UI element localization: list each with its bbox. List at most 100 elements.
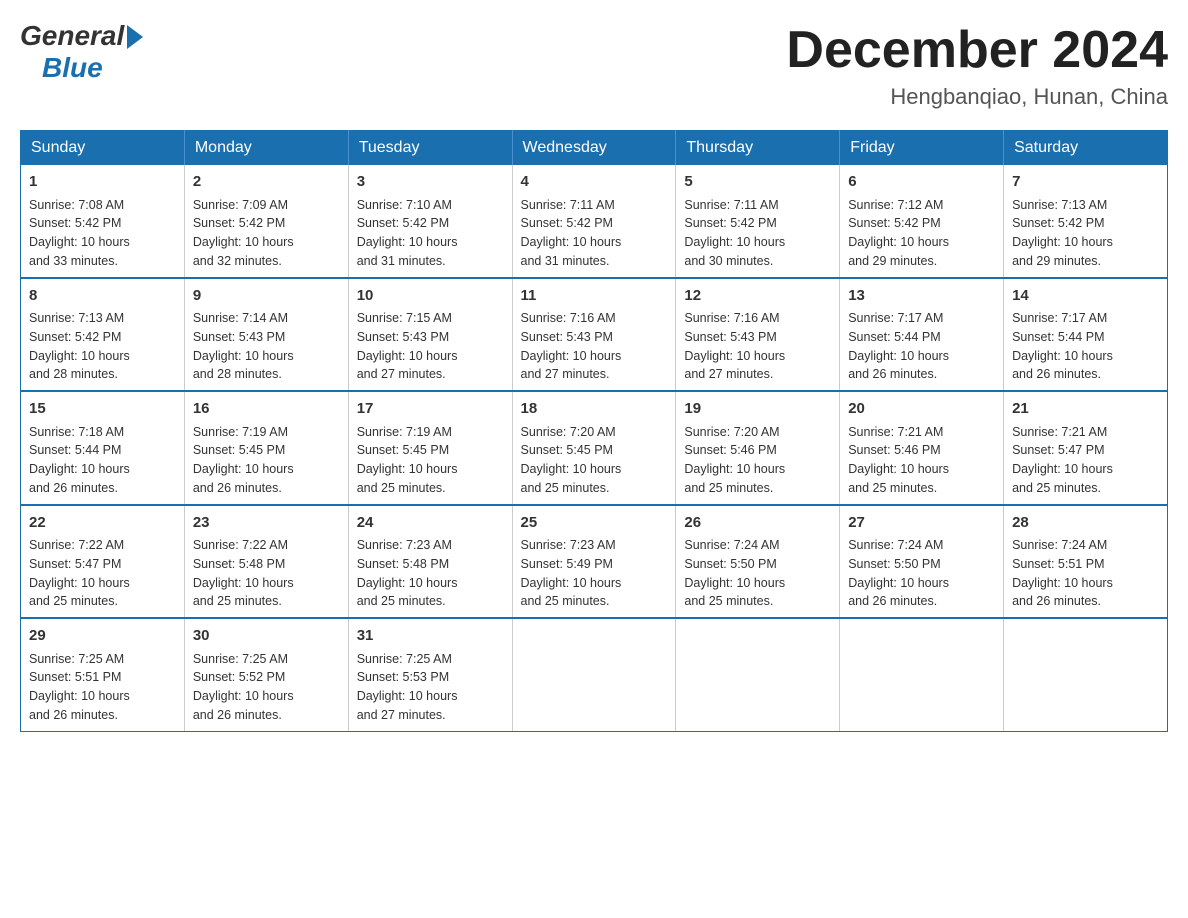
calendar-header-friday: Friday — [840, 131, 1004, 166]
day-info: Sunrise: 7:24 AM Sunset: 5:50 PM Dayligh… — [684, 536, 831, 611]
calendar-cell: 20Sunrise: 7:21 AM Sunset: 5:46 PM Dayli… — [840, 391, 1004, 505]
calendar-cell: 11Sunrise: 7:16 AM Sunset: 5:43 PM Dayli… — [512, 278, 676, 392]
page-header: General Blue December 2024 Hengbanqiao, … — [20, 20, 1168, 110]
day-number: 22 — [29, 512, 176, 535]
day-info: Sunrise: 7:11 AM Sunset: 5:42 PM Dayligh… — [521, 196, 668, 271]
calendar-cell: 21Sunrise: 7:21 AM Sunset: 5:47 PM Dayli… — [1004, 391, 1168, 505]
calendar-cell: 27Sunrise: 7:24 AM Sunset: 5:50 PM Dayli… — [840, 505, 1004, 619]
day-info: Sunrise: 7:22 AM Sunset: 5:48 PM Dayligh… — [193, 536, 340, 611]
day-info: Sunrise: 7:17 AM Sunset: 5:44 PM Dayligh… — [848, 309, 995, 384]
day-info: Sunrise: 7:19 AM Sunset: 5:45 PM Dayligh… — [357, 423, 504, 498]
day-info: Sunrise: 7:20 AM Sunset: 5:46 PM Dayligh… — [684, 423, 831, 498]
logo-general-text: General — [20, 20, 124, 52]
day-number: 23 — [193, 512, 340, 535]
day-number: 18 — [521, 398, 668, 421]
calendar-cell — [840, 618, 1004, 731]
day-number: 21 — [1012, 398, 1159, 421]
day-info: Sunrise: 7:16 AM Sunset: 5:43 PM Dayligh… — [684, 309, 831, 384]
day-info: Sunrise: 7:13 AM Sunset: 5:42 PM Dayligh… — [29, 309, 176, 384]
day-info: Sunrise: 7:25 AM Sunset: 5:51 PM Dayligh… — [29, 650, 176, 725]
day-number: 20 — [848, 398, 995, 421]
day-info: Sunrise: 7:12 AM Sunset: 5:42 PM Dayligh… — [848, 196, 995, 271]
day-info: Sunrise: 7:25 AM Sunset: 5:52 PM Dayligh… — [193, 650, 340, 725]
day-info: Sunrise: 7:11 AM Sunset: 5:42 PM Dayligh… — [684, 196, 831, 271]
calendar-cell: 10Sunrise: 7:15 AM Sunset: 5:43 PM Dayli… — [348, 278, 512, 392]
day-number: 2 — [193, 171, 340, 194]
calendar-cell: 3Sunrise: 7:10 AM Sunset: 5:42 PM Daylig… — [348, 165, 512, 278]
calendar-week-row: 22Sunrise: 7:22 AM Sunset: 5:47 PM Dayli… — [21, 505, 1168, 619]
calendar-cell: 28Sunrise: 7:24 AM Sunset: 5:51 PM Dayli… — [1004, 505, 1168, 619]
day-info: Sunrise: 7:19 AM Sunset: 5:45 PM Dayligh… — [193, 423, 340, 498]
day-info: Sunrise: 7:13 AM Sunset: 5:42 PM Dayligh… — [1012, 196, 1159, 271]
calendar-cell: 18Sunrise: 7:20 AM Sunset: 5:45 PM Dayli… — [512, 391, 676, 505]
calendar-cell: 12Sunrise: 7:16 AM Sunset: 5:43 PM Dayli… — [676, 278, 840, 392]
day-number: 29 — [29, 625, 176, 648]
day-info: Sunrise: 7:18 AM Sunset: 5:44 PM Dayligh… — [29, 423, 176, 498]
calendar-header-row: SundayMondayTuesdayWednesdayThursdayFrid… — [21, 131, 1168, 166]
calendar-cell: 1Sunrise: 7:08 AM Sunset: 5:42 PM Daylig… — [21, 165, 185, 278]
day-info: Sunrise: 7:21 AM Sunset: 5:47 PM Dayligh… — [1012, 423, 1159, 498]
day-info: Sunrise: 7:15 AM Sunset: 5:43 PM Dayligh… — [357, 309, 504, 384]
day-info: Sunrise: 7:23 AM Sunset: 5:49 PM Dayligh… — [521, 536, 668, 611]
calendar-cell: 19Sunrise: 7:20 AM Sunset: 5:46 PM Dayli… — [676, 391, 840, 505]
day-info: Sunrise: 7:21 AM Sunset: 5:46 PM Dayligh… — [848, 423, 995, 498]
calendar-cell: 30Sunrise: 7:25 AM Sunset: 5:52 PM Dayli… — [184, 618, 348, 731]
calendar-cell: 23Sunrise: 7:22 AM Sunset: 5:48 PM Dayli… — [184, 505, 348, 619]
title-section: December 2024 Hengbanqiao, Hunan, China — [786, 20, 1168, 110]
calendar-cell: 26Sunrise: 7:24 AM Sunset: 5:50 PM Dayli… — [676, 505, 840, 619]
calendar-week-row: 29Sunrise: 7:25 AM Sunset: 5:51 PM Dayli… — [21, 618, 1168, 731]
calendar-cell: 2Sunrise: 7:09 AM Sunset: 5:42 PM Daylig… — [184, 165, 348, 278]
day-info: Sunrise: 7:24 AM Sunset: 5:51 PM Dayligh… — [1012, 536, 1159, 611]
day-info: Sunrise: 7:17 AM Sunset: 5:44 PM Dayligh… — [1012, 309, 1159, 384]
day-number: 12 — [684, 285, 831, 308]
day-number: 8 — [29, 285, 176, 308]
day-number: 26 — [684, 512, 831, 535]
day-number: 25 — [521, 512, 668, 535]
calendar-cell: 29Sunrise: 7:25 AM Sunset: 5:51 PM Dayli… — [21, 618, 185, 731]
calendar-cell: 9Sunrise: 7:14 AM Sunset: 5:43 PM Daylig… — [184, 278, 348, 392]
calendar-week-row: 1Sunrise: 7:08 AM Sunset: 5:42 PM Daylig… — [21, 165, 1168, 278]
calendar-cell: 17Sunrise: 7:19 AM Sunset: 5:45 PM Dayli… — [348, 391, 512, 505]
day-number: 9 — [193, 285, 340, 308]
day-info: Sunrise: 7:08 AM Sunset: 5:42 PM Dayligh… — [29, 196, 176, 271]
calendar-week-row: 8Sunrise: 7:13 AM Sunset: 5:42 PM Daylig… — [21, 278, 1168, 392]
calendar-cell: 13Sunrise: 7:17 AM Sunset: 5:44 PM Dayli… — [840, 278, 1004, 392]
calendar-cell: 14Sunrise: 7:17 AM Sunset: 5:44 PM Dayli… — [1004, 278, 1168, 392]
day-number: 3 — [357, 171, 504, 194]
logo-blue-text: Blue — [42, 52, 103, 84]
day-number: 24 — [357, 512, 504, 535]
day-number: 5 — [684, 171, 831, 194]
logo-arrow-icon — [127, 25, 143, 49]
day-number: 13 — [848, 285, 995, 308]
day-number: 11 — [521, 285, 668, 308]
day-number: 16 — [193, 398, 340, 421]
day-info: Sunrise: 7:20 AM Sunset: 5:45 PM Dayligh… — [521, 423, 668, 498]
day-info: Sunrise: 7:16 AM Sunset: 5:43 PM Dayligh… — [521, 309, 668, 384]
day-number: 19 — [684, 398, 831, 421]
day-number: 7 — [1012, 171, 1159, 194]
day-info: Sunrise: 7:23 AM Sunset: 5:48 PM Dayligh… — [357, 536, 504, 611]
calendar-cell — [512, 618, 676, 731]
day-info: Sunrise: 7:09 AM Sunset: 5:42 PM Dayligh… — [193, 196, 340, 271]
day-info: Sunrise: 7:22 AM Sunset: 5:47 PM Dayligh… — [29, 536, 176, 611]
day-number: 28 — [1012, 512, 1159, 535]
day-info: Sunrise: 7:25 AM Sunset: 5:53 PM Dayligh… — [357, 650, 504, 725]
day-number: 17 — [357, 398, 504, 421]
calendar-cell: 24Sunrise: 7:23 AM Sunset: 5:48 PM Dayli… — [348, 505, 512, 619]
location: Hengbanqiao, Hunan, China — [786, 84, 1168, 110]
day-number: 15 — [29, 398, 176, 421]
calendar-header-sunday: Sunday — [21, 131, 185, 166]
calendar-cell — [1004, 618, 1168, 731]
calendar-cell: 15Sunrise: 7:18 AM Sunset: 5:44 PM Dayli… — [21, 391, 185, 505]
day-number: 10 — [357, 285, 504, 308]
calendar-cell: 8Sunrise: 7:13 AM Sunset: 5:42 PM Daylig… — [21, 278, 185, 392]
month-title: December 2024 — [786, 20, 1168, 80]
calendar-header-saturday: Saturday — [1004, 131, 1168, 166]
calendar-header-monday: Monday — [184, 131, 348, 166]
day-number: 31 — [357, 625, 504, 648]
day-number: 1 — [29, 171, 176, 194]
calendar-cell: 22Sunrise: 7:22 AM Sunset: 5:47 PM Dayli… — [21, 505, 185, 619]
calendar-cell: 6Sunrise: 7:12 AM Sunset: 5:42 PM Daylig… — [840, 165, 1004, 278]
day-info: Sunrise: 7:14 AM Sunset: 5:43 PM Dayligh… — [193, 309, 340, 384]
calendar-cell: 5Sunrise: 7:11 AM Sunset: 5:42 PM Daylig… — [676, 165, 840, 278]
